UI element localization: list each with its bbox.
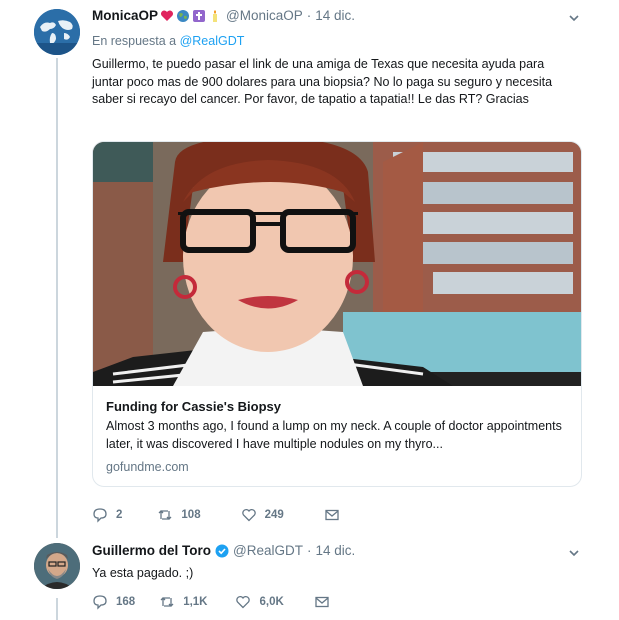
- chevron-down-icon[interactable]: [567, 11, 581, 25]
- chevron-down-icon[interactable]: [567, 546, 581, 560]
- display-name[interactable]: Guillermo del Toro: [92, 543, 211, 558]
- cross-emoji-icon: [193, 9, 206, 22]
- avatar[interactable]: [34, 9, 80, 55]
- card-image: [93, 142, 581, 386]
- reply-mention-link[interactable]: @RealGDT: [180, 34, 245, 48]
- tweet-actions: 2 108 249: [92, 507, 348, 523]
- thread-line-continuation: [56, 598, 58, 620]
- envelope-icon: [315, 596, 329, 608]
- tweet-actions: 168 1,1K 6,0K: [92, 594, 338, 610]
- like-count: 6,0K: [259, 596, 284, 608]
- red-heart-emoji-icon: [161, 9, 174, 21]
- reply-context: En respuesta a @RealGDT: [92, 34, 244, 48]
- reply-prefix: En respuesta a: [92, 34, 177, 48]
- user-handle[interactable]: @RealGDT: [233, 543, 303, 558]
- like-button[interactable]: 249: [241, 507, 284, 523]
- retweet-button[interactable]: 108: [157, 507, 201, 523]
- verified-badge-icon: [215, 544, 229, 557]
- tweet-header: MonicaOP @MonicaOP · 14 dic.: [92, 8, 355, 23]
- direct-message-button[interactable]: [324, 507, 348, 523]
- user-handle[interactable]: @MonicaOP: [226, 8, 303, 23]
- like-button[interactable]: 6,0K: [235, 594, 284, 610]
- thread-line: [56, 58, 58, 538]
- tweet-text: Ya esta pagado. ;): [92, 566, 194, 580]
- reply-count: 2: [116, 509, 123, 521]
- timestamp[interactable]: 14 dic.: [315, 543, 355, 558]
- heart-icon: [236, 595, 251, 609]
- reply-icon: [93, 595, 107, 610]
- separator-dot: ·: [306, 543, 312, 558]
- direct-message-button[interactable]: [314, 594, 338, 610]
- card-description: Almost 3 months ago, I found a lump on m…: [106, 419, 562, 451]
- candle-emoji-icon: [213, 9, 218, 22]
- card-domain: gofundme.com: [106, 460, 189, 474]
- reply-count: 168: [116, 596, 136, 608]
- display-name[interactable]: MonicaOP: [92, 8, 158, 23]
- world-map-avatar-icon: [34, 9, 80, 55]
- retweet-count: 108: [181, 509, 201, 521]
- retweet-icon: [160, 597, 174, 607]
- timestamp[interactable]: 14 dic.: [315, 8, 355, 23]
- avatar[interactable]: [34, 543, 80, 589]
- profile-photo-icon: [34, 543, 80, 589]
- name-emojis: [160, 9, 222, 23]
- heart-icon: [241, 508, 256, 522]
- tweet-text: Guillermo, te puedo pasar el link de una…: [92, 57, 553, 106]
- retweet-icon: [158, 510, 172, 520]
- tweet-header: Guillermo del Toro @RealGDT · 14 dic.: [92, 543, 355, 558]
- card-title[interactable]: Funding for Cassie's Biopsy: [106, 399, 281, 414]
- envelope-icon: [325, 509, 339, 521]
- globe-emoji-icon: [177, 9, 190, 22]
- separator-dot: ·: [306, 8, 312, 23]
- like-count: 249: [264, 509, 284, 521]
- reply-icon: [93, 508, 107, 523]
- reply-button[interactable]: 168: [92, 594, 135, 610]
- link-card[interactable]: Funding for Cassie's Biopsy Almost 3 mon…: [92, 141, 582, 487]
- reply-button[interactable]: 2: [92, 507, 122, 523]
- retweet-count: 1,1K: [183, 596, 208, 608]
- retweet-button[interactable]: 1,1K: [159, 594, 207, 610]
